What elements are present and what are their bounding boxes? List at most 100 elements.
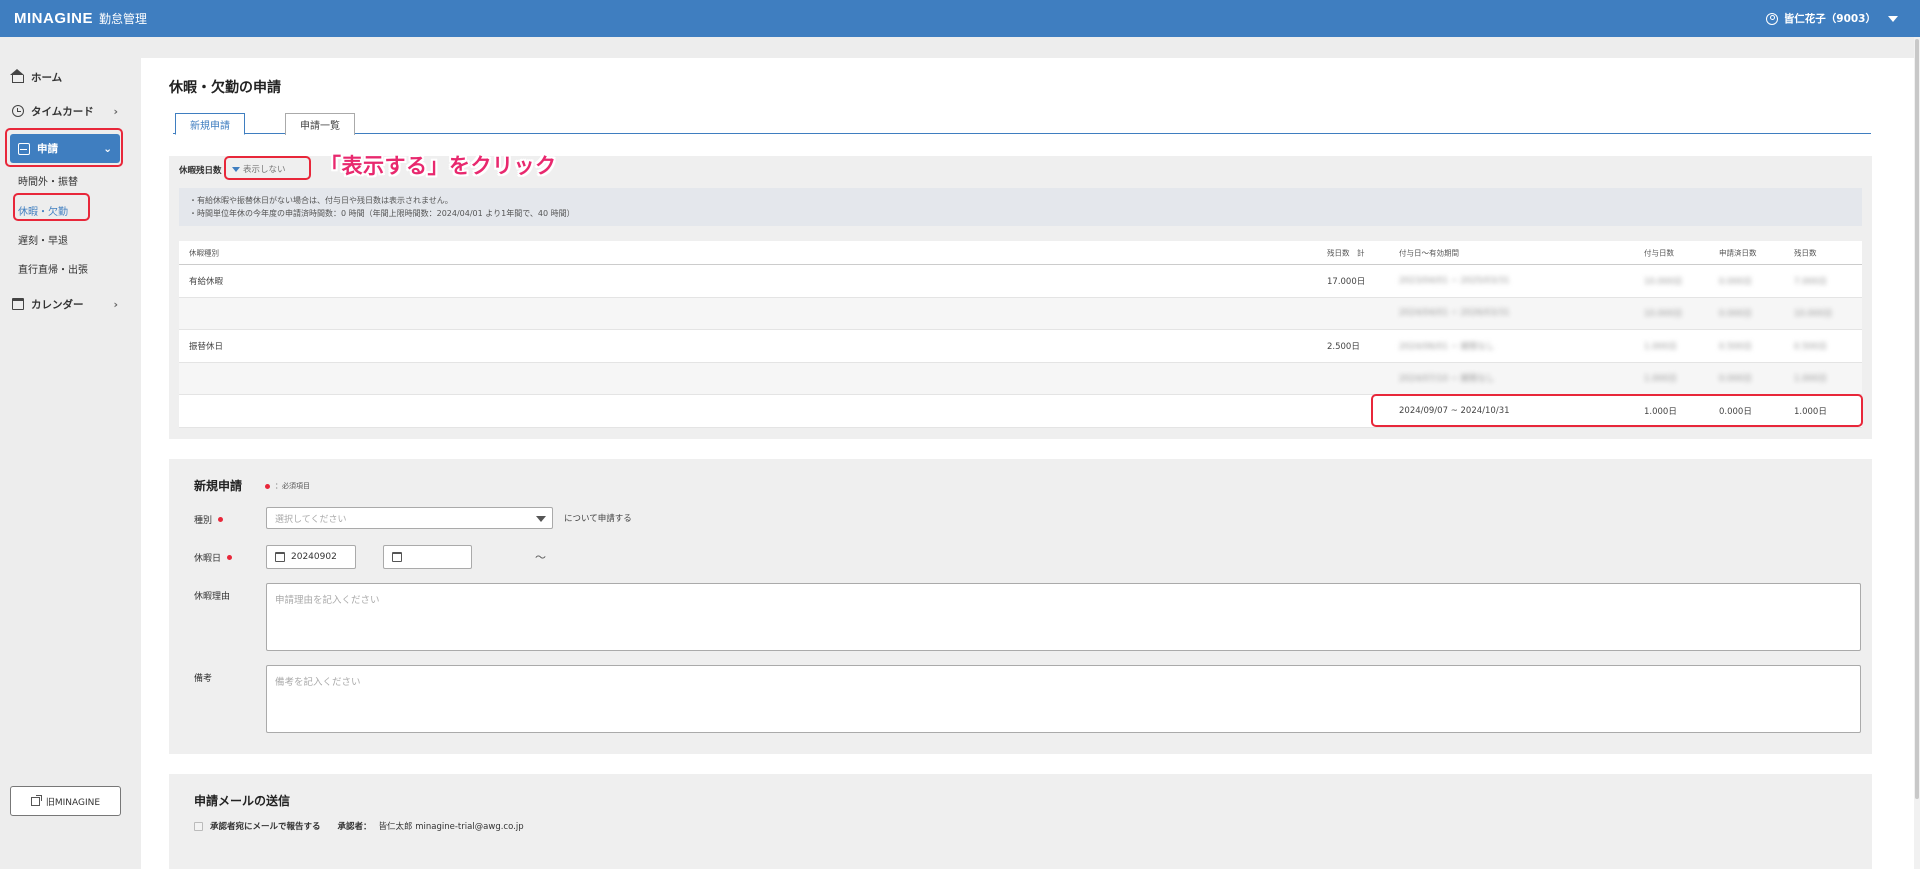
date-separator: 〜: [535, 551, 546, 564]
annotation-text: 「表示する」をクリック: [320, 154, 557, 178]
col-header: 申請済日数: [1719, 248, 1757, 257]
page-scrollbar[interactable]: [1914, 37, 1920, 869]
note-label: 備考: [194, 674, 213, 684]
scrollbar-thumb[interactable]: [1915, 39, 1919, 799]
date-from-input[interactable]: 20240902: [266, 545, 356, 569]
highlight-frame: [1371, 394, 1863, 427]
table-row: 2024/07/10 ~ 期限なし 1.000日 0.000日 1.000日: [179, 362, 1862, 395]
external-link-icon: [30, 794, 42, 806]
cell-grant: 1.000日: [1644, 374, 1677, 385]
type-label-text: 種別: [194, 516, 213, 526]
reason-textarea[interactable]: 申請理由を記入ください: [266, 583, 1861, 651]
sidebar-item-timecard[interactable]: タイムカード ›: [12, 98, 122, 124]
col-header: 付与日〜有効期間: [1399, 248, 1459, 257]
form-title: 新規申請: [194, 479, 243, 493]
required-dot-icon: [265, 483, 270, 489]
date-from-value: 20240902: [291, 552, 337, 562]
remaining-days-panel: 休暇残日数 表示しない 「表示する」をクリック ・有給休暇や振替休日がない場合は…: [169, 154, 1872, 439]
home-icon: [10, 69, 24, 83]
highlight-frame: [13, 193, 90, 221]
note-textarea[interactable]: 備考を記入ください: [266, 665, 1861, 733]
sidebar-item-home[interactable]: ホーム: [10, 64, 122, 90]
type-select-placeholder: 選択してください: [275, 514, 347, 525]
highlight-frame: [224, 156, 311, 180]
col-header: 残日数 計: [1327, 248, 1365, 257]
approver-label: 承認者：: [337, 822, 372, 832]
sidebar-subitem-late[interactable]: 遅刻・早退: [18, 232, 68, 247]
note-line: ・有給休暇や振替休日がない場合は、付与日や残日数は表示されません。: [189, 196, 453, 205]
tab-request-list[interactable]: 申請一覧: [285, 113, 355, 135]
chevron-right-icon: ›: [113, 104, 118, 118]
col-header: 付与日数: [1644, 248, 1674, 257]
cell-grant: 10.000日: [1644, 276, 1683, 287]
type-suffix: について申請する: [564, 514, 632, 524]
cell-type: 有給休暇: [189, 276, 224, 287]
mail-checkbox-label: 承認者宛にメールで報告する: [210, 822, 321, 832]
date-to-input[interactable]: [383, 545, 472, 569]
caret-down-icon: [1888, 15, 1898, 22]
cell-total: 17.000日: [1327, 276, 1366, 287]
user-icon: [1765, 12, 1778, 25]
cell-period: 2023/04/01 ~ 2025/03/31: [1399, 275, 1510, 286]
table-row: 有給休暇 17.000日 2023/04/01 ~ 2025/03/31 10.…: [179, 265, 1862, 298]
mail-title: 申請メールの送信: [194, 794, 291, 808]
brand[interactable]: MINAGINE 勤怠管理: [14, 10, 147, 27]
chevron-right-icon: ›: [113, 297, 118, 311]
old-minagine-label: 旧MINAGINE: [45, 797, 101, 808]
reason-label: 休暇理由: [194, 592, 231, 602]
date-label: 休暇日: [194, 551, 233, 564]
sidebar-subitem-overtime[interactable]: 時間外・振替: [18, 173, 78, 188]
tab-new-request[interactable]: 新規申請: [175, 113, 245, 135]
cell-remain: 1.000日: [1794, 374, 1827, 385]
sidebar-item-calendar[interactable]: カレンダー ›: [12, 291, 122, 317]
cell-total: 2.500日: [1327, 341, 1360, 352]
table-row: 振替休日 2.500日 2024/06/01 ~ 期限なし 1.000日 0.5…: [179, 330, 1862, 363]
tab-bar: 新規申請 申請一覧: [173, 113, 1871, 135]
cell-remain: 0.500日: [1794, 341, 1827, 352]
old-minagine-button[interactable]: 旧MINAGINE: [10, 786, 121, 816]
info-notes: ・有給休暇や振替休日がない場合は、付与日や残日数は表示されません。 ・時間単位年…: [179, 188, 1862, 226]
highlight-frame: [5, 128, 123, 167]
table-row: 2024/04/01 ~ 2026/03/31 10.000日 0.000日 1…: [179, 297, 1862, 330]
required-note-text: ：必須項目: [275, 482, 310, 490]
calendar-icon: [392, 552, 402, 562]
required-dot-icon: [227, 555, 233, 560]
required-note: ：必須項目: [265, 481, 310, 491]
dropdown-arrow-icon: [536, 516, 546, 522]
app-name: 勤怠管理: [99, 12, 148, 26]
mail-option: 承認者宛にメールで報告する 承認者： 皆仁太郎 minagine-trial@a…: [194, 820, 524, 832]
cell-period: 2024/06/01 ~ 期限なし: [1399, 341, 1495, 352]
date-label-text: 休暇日: [194, 554, 222, 564]
cell-type: 振替休日: [189, 341, 224, 352]
col-header: 休暇種別: [189, 248, 219, 257]
user-name: 皆仁花子（9003）: [1783, 13, 1876, 25]
cell-used: 0.000日: [1719, 309, 1752, 320]
cell-used: 0.500日: [1719, 341, 1752, 352]
cell-grant: 1.000日: [1644, 341, 1677, 352]
col-header: 残日数: [1794, 248, 1817, 257]
cell-remain: 10.000日: [1794, 309, 1833, 320]
required-dot-icon: [218, 517, 224, 522]
sidebar-item-label: ホーム: [31, 71, 63, 84]
page-title: 休暇・欠勤の申請: [169, 80, 281, 96]
calendar-icon: [275, 552, 285, 562]
type-label: 種別: [194, 513, 224, 526]
sidebar: ホーム タイムカード › 申請 ⌄ 時間外・振替 休暇・欠勤 遅刻・早退 直行直…: [0, 37, 140, 869]
cell-period: 2024/07/10 ~ 期限なし: [1399, 374, 1495, 385]
sidebar-item-label: タイムカード: [31, 105, 94, 118]
approver-value: 皆仁太郎 minagine-trial@awg.co.jp: [378, 822, 524, 832]
mail-panel: 申請メールの送信 承認者宛にメールで報告する 承認者： 皆仁太郎 minagin…: [169, 774, 1872, 869]
sidebar-subitem-direct[interactable]: 直行直帰・出張: [18, 261, 88, 276]
cell-used: 0.000日: [1719, 374, 1752, 385]
cell-used: 0.000日: [1719, 276, 1752, 287]
user-menu[interactable]: 皆仁花子（9003）: [1765, 11, 1906, 26]
calendar-icon: [12, 298, 24, 310]
new-request-panel: 新規申請 ：必須項目 種別 選択してください について申請する 休暇日 2024…: [169, 459, 1872, 754]
type-select[interactable]: 選択してください: [266, 507, 553, 529]
mail-checkbox[interactable]: [194, 821, 203, 831]
logo: MINAGINE: [14, 10, 93, 27]
sidebar-item-label: カレンダー: [31, 298, 84, 311]
table-header: 休暇種別 残日数 計 付与日〜有効期間 付与日数 申請済日数 残日数: [179, 241, 1862, 265]
cell-period: 2024/04/01 ~ 2026/03/31: [1399, 308, 1510, 319]
main-content: 休暇・欠勤の申請 新規申請 申請一覧 休暇残日数 表示しない 「表示する」をクリ…: [141, 58, 1914, 869]
